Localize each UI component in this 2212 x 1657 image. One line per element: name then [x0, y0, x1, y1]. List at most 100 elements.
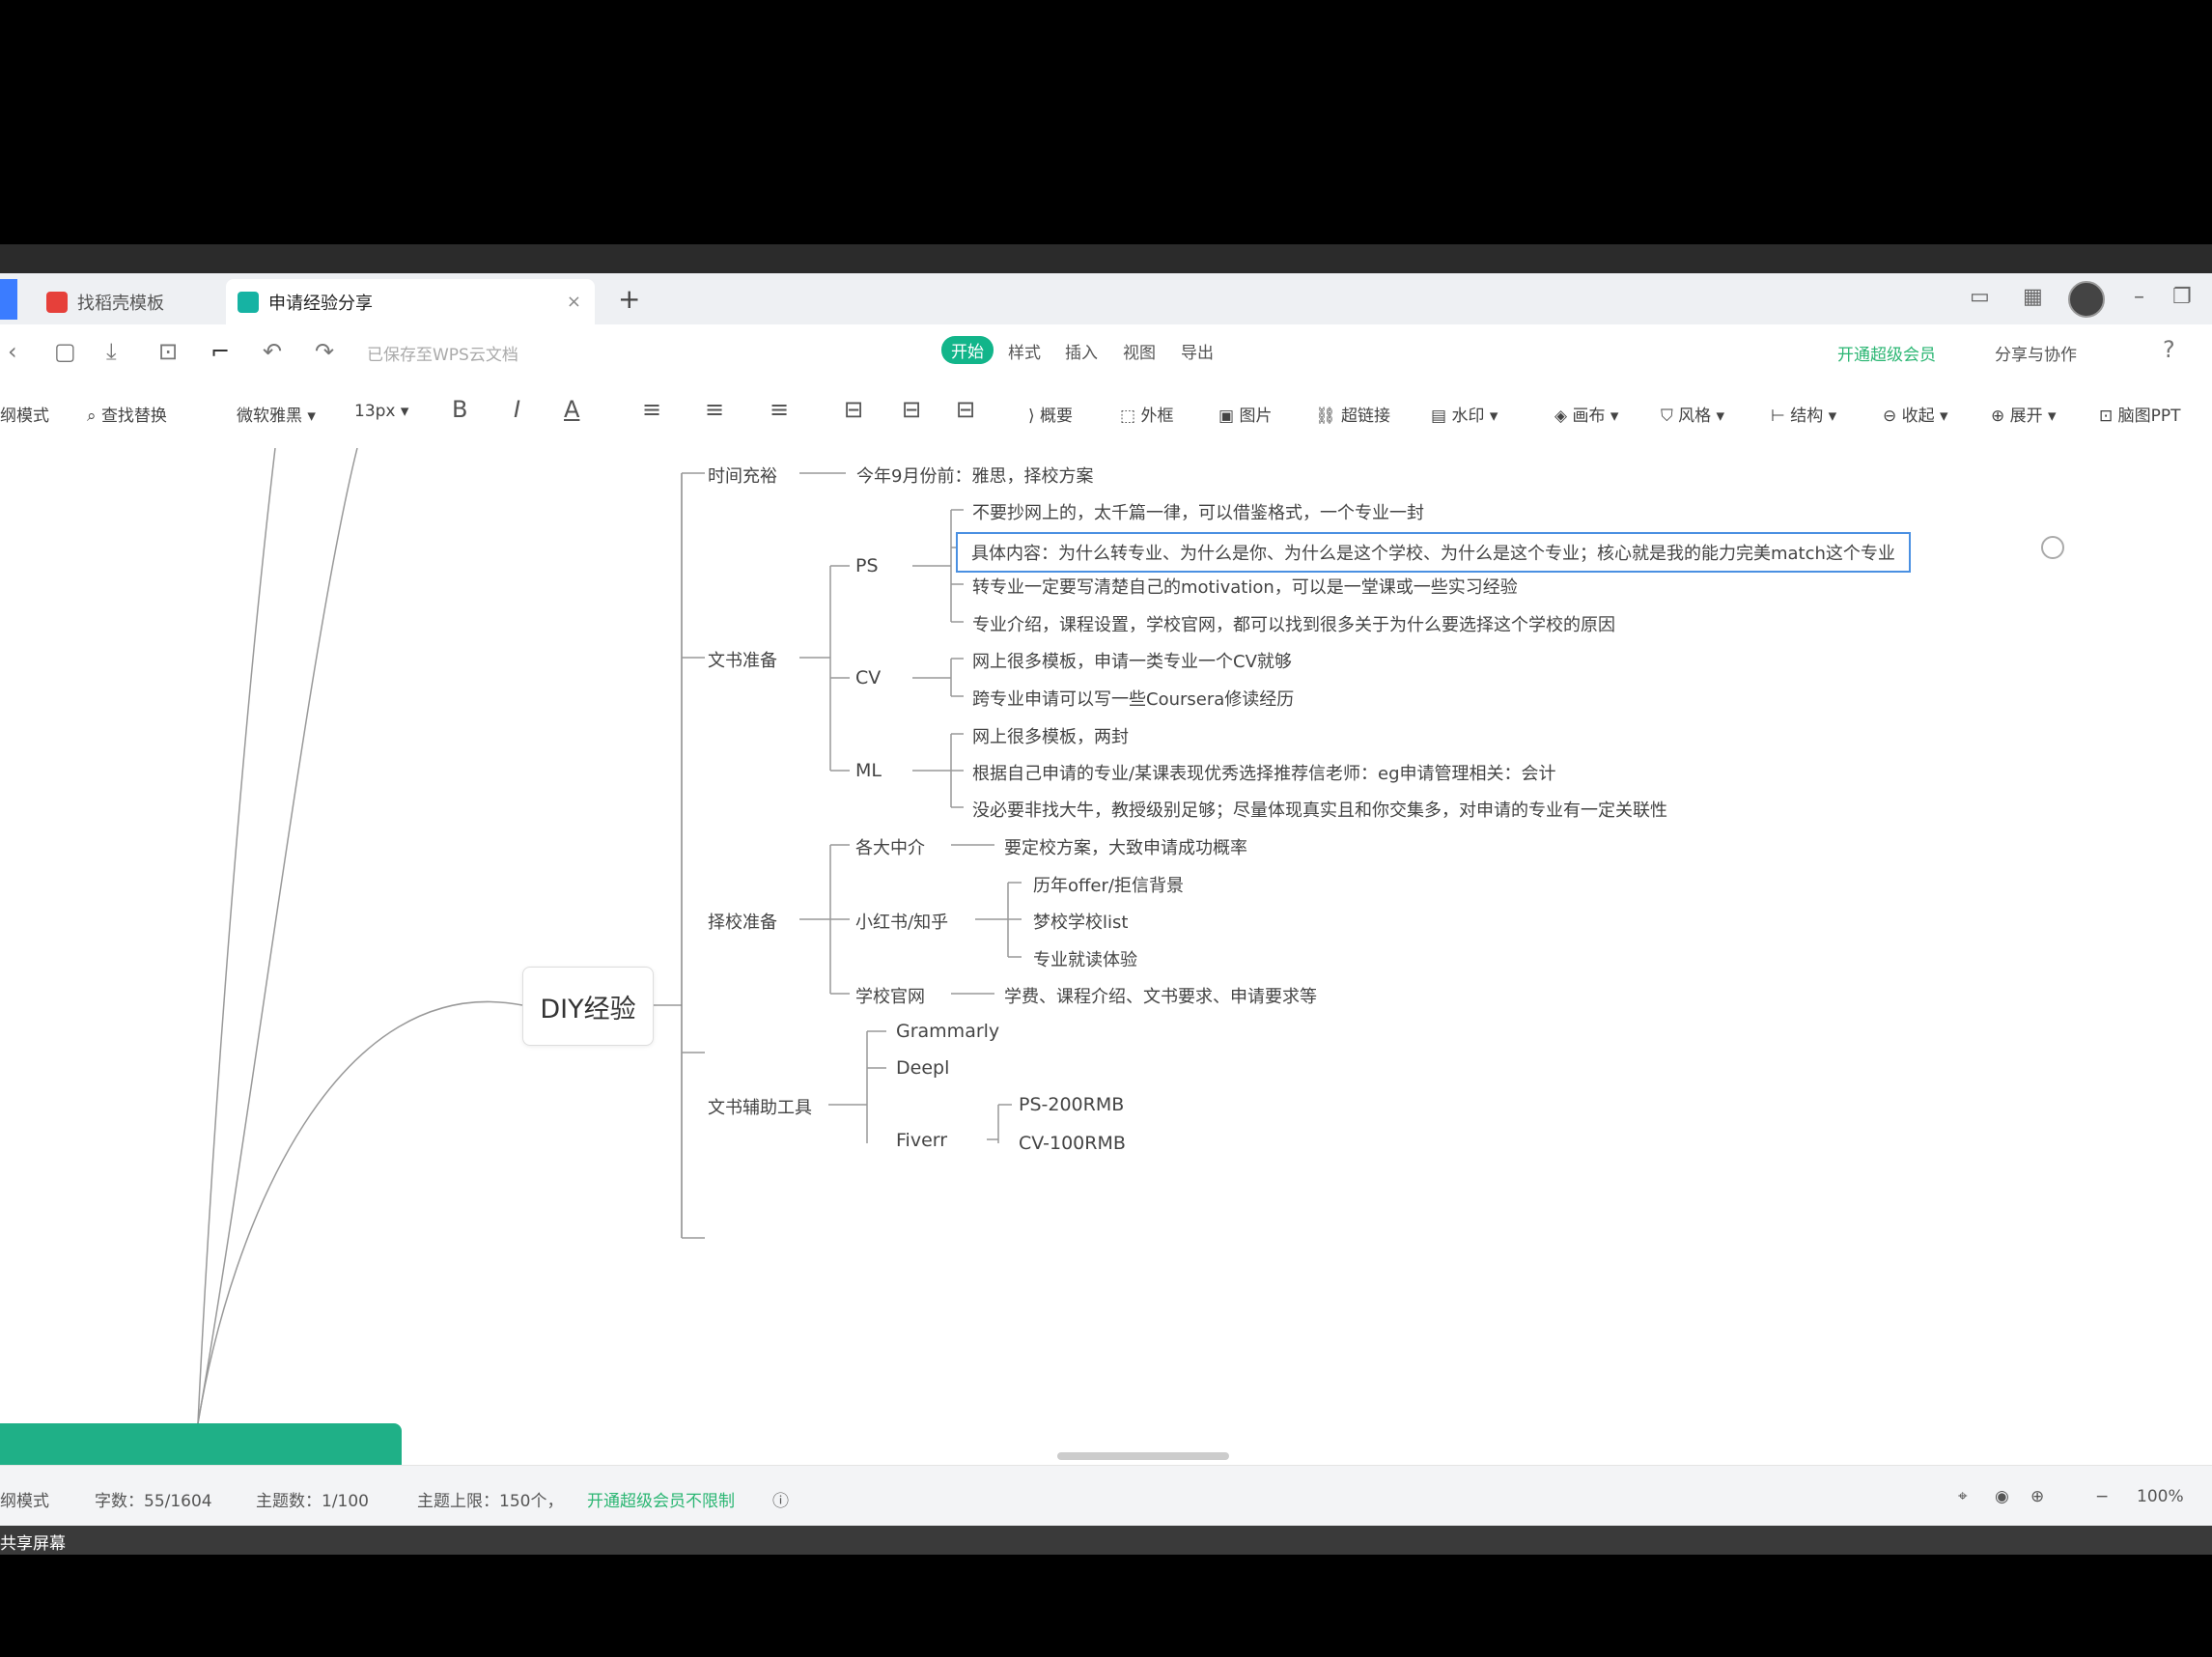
topic-tools[interactable]: 文书辅助工具 [708, 1094, 812, 1119]
ps-item[interactable]: 转专业一定要写清楚自己的motivation，可以是一堂课或一些实习经验 [972, 574, 1518, 599]
child-topic-icon[interactable]: ⊟ [844, 396, 863, 423]
canvas-button[interactable]: ◈ 画布 ▾ [1554, 402, 1618, 426]
layout-icon[interactable]: ▭ [1970, 285, 1990, 309]
share-screen-label[interactable]: 共享屏幕 [0, 1530, 66, 1554]
topic-cv[interactable]: CV [855, 667, 881, 688]
topic-docs[interactable]: 文书准备 [708, 647, 777, 672]
upgrade-button[interactable]: 开通超级会员 [1837, 341, 1936, 365]
tab-label: 申请经验分享 [268, 293, 373, 314]
download-icon[interactable]: ⤓ [106, 338, 117, 365]
toolbar: 纲模式 ⌕ 查找替换 微软雅黑 ▾ 13px ▾ B I A ≡ ≡ ≡ ⊟ ⊟… [0, 379, 2212, 449]
save-icon[interactable]: ▢ [54, 338, 76, 365]
topic-school[interactable]: 择校准备 [708, 909, 777, 934]
tab-start[interactable]: 开始 [941, 336, 994, 364]
restore-icon[interactable]: ❐ [2172, 285, 2192, 309]
undo-icon[interactable]: ↶ [263, 338, 282, 365]
new-tab-button[interactable]: + [618, 283, 640, 315]
mindmap-canvas[interactable]: 时间充裕 今年9月份前：雅思，择校方案 文书准备 PS 不要抄网上的，太千篇一律… [0, 448, 2212, 1465]
xhs-item[interactable]: 梦校学校list [1033, 909, 1128, 934]
tab-export[interactable]: 导出 [1181, 339, 1214, 363]
italic-button[interactable]: I [514, 396, 520, 423]
avatar[interactable] [2068, 281, 2105, 318]
outline-mode-button[interactable]: 纲模式 [0, 402, 49, 426]
image-button[interactable]: ▣ 图片 [1218, 402, 1272, 426]
mindmap-icon [238, 291, 259, 313]
summary-button[interactable]: ⟩ 概要 [1028, 402, 1073, 426]
ml-item[interactable]: 没必要非找大牛，教授级别足够；尽量体现真实且和你交集多，对申请的专业有一定关联性 [972, 797, 1667, 822]
info-icon[interactable]: ⓘ [772, 1487, 789, 1511]
minimize-icon[interactable]: – [2134, 285, 2144, 309]
cv-item[interactable]: 跨专业申请可以写一些Coursera修读经历 [972, 686, 1294, 711]
frame-icon: ⬚ [1120, 407, 1141, 426]
tab-templates[interactable]: 找稻壳模板 [35, 279, 218, 324]
align-center-icon[interactable]: ≡ [705, 396, 724, 423]
ps-item[interactable]: 不要抄网上的，太千篇一律，可以借鉴格式，一个专业一封 [972, 499, 1424, 524]
topic-timeline[interactable]: 时间充裕 [708, 463, 777, 488]
tool-item[interactable]: Fiverr [896, 1130, 947, 1151]
collapse-label: 收起 [1901, 407, 1935, 426]
tab-document[interactable]: 申请经验分享 × [226, 279, 595, 324]
home-tab[interactable] [0, 279, 17, 320]
bold-button[interactable]: B [452, 396, 467, 423]
font-select[interactable]: 微软雅黑 ▾ [237, 402, 316, 426]
structure-icon: ⊢ [1771, 407, 1791, 426]
font-size-select[interactable]: 13px ▾ [354, 402, 408, 421]
tab-insert[interactable]: 插入 [1065, 339, 1098, 363]
xhs-item[interactable]: 历年offer/拒信背景 [1033, 872, 1184, 897]
align-left-icon[interactable]: ≡ [642, 396, 661, 423]
root-topic[interactable]: DIY经验 [522, 967, 654, 1046]
topic-xhs[interactable]: 小红书/知乎 [855, 909, 948, 934]
official-item[interactable]: 学费、课程介绍、文书要求、申请要求等 [1004, 983, 1317, 1008]
topic-agency[interactable]: 各大中介 [855, 834, 925, 859]
locate-icon[interactable]: ⌖ [1958, 1487, 1968, 1506]
structure-button[interactable]: ⊢ 结构 ▾ [1771, 402, 1836, 426]
zoom-level[interactable]: 100% [2137, 1487, 2184, 1506]
topic-official[interactable]: 学校官网 [855, 983, 925, 1008]
agency-item[interactable]: 要定校方案，大致申请成功概率 [1004, 834, 1247, 859]
redo-icon[interactable]: ↷ [315, 338, 334, 365]
tab-view[interactable]: 视图 [1123, 339, 1156, 363]
share-button[interactable]: 分享与协作 [1995, 341, 2077, 365]
ps-item-selected[interactable]: 具体内容：为什么转专业、为什么是你、为什么是这个学校、为什么是这个专业；核心就是… [956, 532, 1911, 573]
font-color-button[interactable]: A [564, 396, 579, 423]
zoom-out-button[interactable]: − [2095, 1487, 2109, 1506]
chevron-icon[interactable]: ‹ [8, 338, 17, 365]
topic-timeline-child[interactable]: 今年9月份前：雅思，择校方案 [856, 463, 1093, 488]
parent-topic-icon[interactable]: ⊟ [956, 396, 975, 423]
topic-count: 主题数：1/100 [256, 1492, 369, 1511]
close-icon[interactable]: × [567, 292, 581, 312]
watermark-button[interactable]: ▤ 水印 ▾ [1431, 402, 1498, 426]
target-icon[interactable]: ⊕ [2030, 1487, 2044, 1506]
link-button[interactable]: ⛓ 超链接 [1315, 402, 1390, 426]
topic-ps[interactable]: PS [855, 555, 879, 576]
cv-item[interactable]: 网上很多模板，申请一类专业一个CV就够 [972, 648, 1292, 673]
align-right-icon[interactable]: ≡ [770, 396, 789, 423]
tool-item[interactable]: Deepl [896, 1057, 949, 1079]
upgrade-unlimited-link[interactable]: 开通超级会员不限制 [587, 1487, 735, 1511]
mindmap-ppt-button[interactable]: ⊡ 脑图PPT [2099, 402, 2181, 426]
xhs-item[interactable]: 专业就读体验 [1033, 946, 1137, 971]
ml-item[interactable]: 根据自己申请的专业/某课表现优秀选择推荐信老师：eg申请管理相关：会计 [972, 760, 1556, 785]
grid-icon[interactable]: ▦ [2023, 285, 2043, 309]
fiverr-item[interactable]: CV-100RMB [1019, 1133, 1126, 1154]
tool-item[interactable]: Grammarly [896, 1021, 999, 1042]
fiverr-item[interactable]: PS-200RMB [1019, 1094, 1124, 1115]
sibling-topic-icon[interactable]: ⊟ [902, 396, 921, 423]
style-button[interactable]: ⛉ 风格 ▾ [1661, 402, 1724, 426]
outline-mode-label[interactable]: 纲模式 [0, 1487, 49, 1511]
find-replace-button[interactable]: ⌕ 查找替换 [87, 402, 167, 426]
collapse-button[interactable]: ⊖ 收起 ▾ [1883, 402, 1948, 426]
eye-icon[interactable]: ◉ [1995, 1487, 2009, 1506]
export-icon[interactable]: ⊡ [158, 338, 178, 365]
format-painter-icon[interactable]: ⌐ [210, 338, 230, 365]
expand-button[interactable]: ⊕ 展开 ▾ [1991, 402, 2057, 426]
clock-icon[interactable] [2041, 536, 2064, 559]
frame-button[interactable]: ⬚ 外框 [1120, 402, 1173, 426]
ps-item[interactable]: 专业介绍，课程设置，学校官网，都可以找到很多关于为什么要选择这个学校的原因 [972, 611, 1615, 636]
horizontal-scrollbar[interactable] [1057, 1452, 1229, 1460]
ml-item[interactable]: 网上很多模板，两封 [972, 723, 1129, 748]
watermark-label: 水印 [1451, 407, 1485, 426]
tab-style[interactable]: 样式 [1008, 339, 1041, 363]
help-icon[interactable]: ? [2163, 336, 2175, 363]
topic-ml[interactable]: ML [855, 760, 882, 781]
